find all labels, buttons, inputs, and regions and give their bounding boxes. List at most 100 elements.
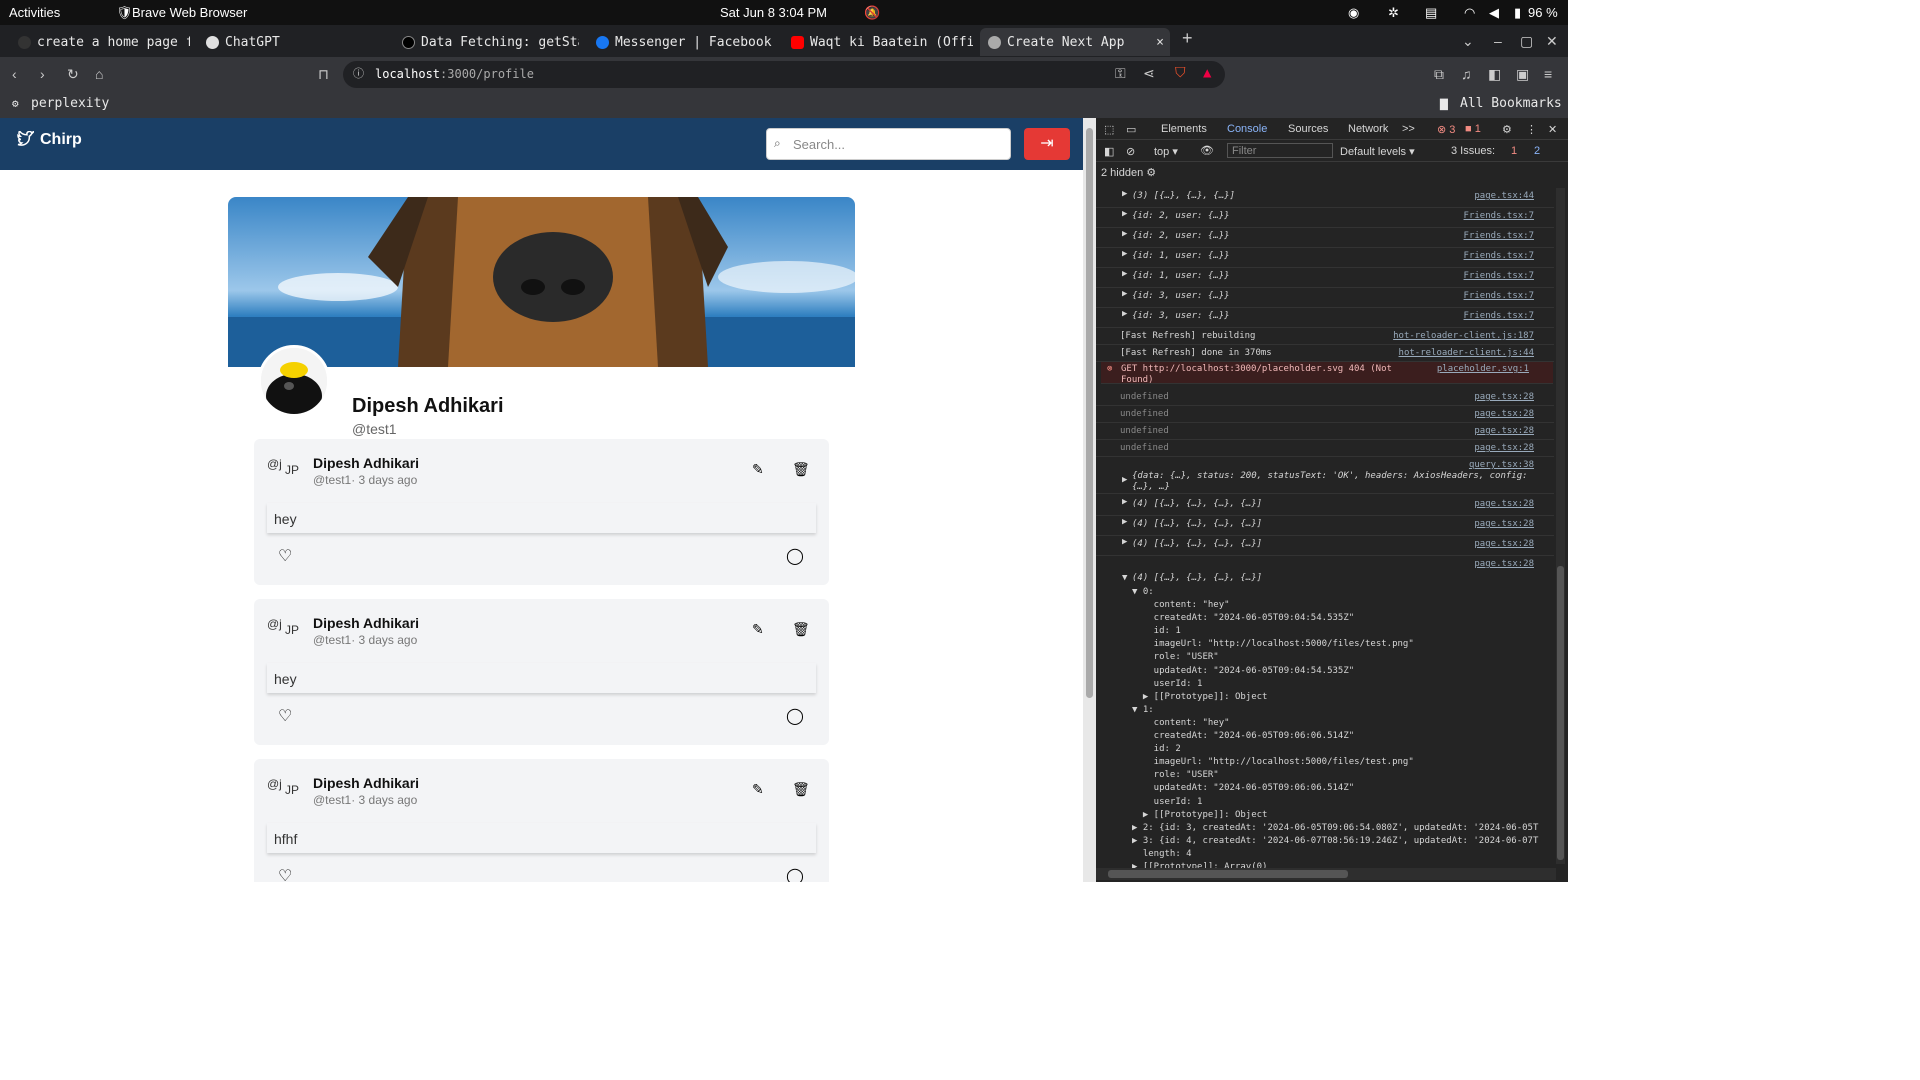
- wifi-icon[interactable]: ◠: [1464, 5, 1475, 21]
- devtools-close-icon[interactable]: ✕: [1548, 123, 1557, 136]
- horizontal-scrollbar-thumb[interactable]: [1108, 870, 1348, 878]
- brand[interactable]: Chirp: [14, 131, 82, 149]
- tab-3[interactable]: Data Fetching: getSta: [394, 29, 579, 55]
- expanded-property-line[interactable]: role: "USER": [1132, 651, 1538, 664]
- logout-button[interactable]: ⇥: [1024, 128, 1070, 160]
- log-row[interactable]: ▶ (4) [{…}, {…}, {…}, {…}] page.tsx:28: [1096, 496, 1554, 516]
- eye-icon[interactable]: 👁: [1200, 144, 1214, 157]
- devtools-settings-icon[interactable]: ⚙: [1502, 123, 1512, 136]
- settings-icon[interactable]: ✲: [1388, 5, 1399, 21]
- log-row[interactable]: undefined page.tsx:28: [1096, 406, 1554, 423]
- log-row[interactable]: [Fast Refresh] done in 370ms hot-reloader…: [1096, 345, 1554, 362]
- expanded-log[interactable]: page.tsx:28 ▼ (4) [{…}, {…}, {…}, {…}] ▼…: [1096, 556, 1554, 872]
- log-row[interactable]: ▶ {id: 2, user: {…}} Friends.tsx:7: [1096, 208, 1554, 228]
- log-row[interactable]: ▶ (4) [{…}, {…}, {…}, {…}] page.tsx:28: [1096, 536, 1554, 556]
- clock[interactable]: Sat Jun 8 3:04 PM: [720, 5, 827, 20]
- home-icon[interactable]: ⌂: [95, 67, 103, 81]
- expanded-property-line[interactable]: updatedAt: "2024-06-05T09:06:06.514Z": [1132, 782, 1538, 795]
- issues-label[interactable]: 3 Issues:: [1451, 145, 1495, 157]
- minimize-icon[interactable]: –: [1494, 34, 1502, 48]
- back-icon[interactable]: ‹: [12, 67, 17, 81]
- tab-2[interactable]: ChatGPT: [198, 29, 388, 55]
- expanded-property-line[interactable]: createdAt: "2024-06-05T09:04:54.535Z": [1132, 612, 1538, 625]
- new-tab-button[interactable]: +: [1182, 29, 1193, 47]
- devtools-menu-icon[interactable]: ⋮: [1526, 123, 1537, 136]
- bookmark-perplexity[interactable]: perplexity: [31, 96, 109, 111]
- log-source-link[interactable]: Friends.tsx:7: [1464, 311, 1534, 321]
- log-source-link[interactable]: Friends.tsx:7: [1464, 231, 1534, 241]
- expanded-property-line[interactable]: createdAt: "2024-06-05T09:06:06.514Z": [1132, 730, 1538, 743]
- log-source-link[interactable]: page.tsx:28: [1474, 539, 1534, 549]
- sidebar-toggle-icon[interactable]: ◧: [1104, 145, 1114, 158]
- expanded-property-line[interactable]: ▶ 3: {id: 4, createdAt: '2024-06-07T08:5…: [1132, 835, 1538, 848]
- error-source-link[interactable]: placeholder.svg:1: [1437, 364, 1529, 374]
- heart-icon[interactable]: ♡: [278, 866, 292, 882]
- all-bookmarks[interactable]: All Bookmarks: [1460, 96, 1562, 111]
- media-icon[interactable]: ♫: [1461, 67, 1472, 81]
- trash-icon[interactable]: 🗑: [792, 621, 810, 638]
- expanded-property-line[interactable]: userId: 1: [1132, 678, 1538, 691]
- log-source-link[interactable]: page.tsx:28: [1474, 426, 1534, 436]
- log-source-link[interactable]: Friends.tsx:7: [1464, 271, 1534, 281]
- expanded-property-line[interactable]: ▶ [[Prototype]]: Object: [1132, 691, 1538, 704]
- issues-info-count[interactable]: 2: [1534, 145, 1540, 157]
- expanded-property-line[interactable]: ▶ 2: {id: 3, createdAt: '2024-06-05T09:0…: [1132, 822, 1538, 835]
- tab-console[interactable]: Console: [1227, 123, 1267, 135]
- expanded-property-line[interactable]: ▼ 0:: [1132, 586, 1538, 599]
- log-row[interactable]: query.tsx:38 ▶ {data: {…}, status: 200, …: [1096, 457, 1554, 494]
- tab-sources[interactable]: Sources: [1288, 123, 1328, 135]
- brave-rewards-icon[interactable]: ▲: [1203, 66, 1211, 80]
- log-row[interactable]: ▶ {id: 1, user: {…}} Friends.tsx:7: [1096, 268, 1554, 288]
- log-row[interactable]: undefined page.tsx:28: [1096, 440, 1554, 457]
- tab-network[interactable]: Network: [1348, 123, 1388, 135]
- edit-icon[interactable]: ✎: [752, 461, 764, 478]
- expanded-property-line[interactable]: imageUrl: "http://localhost:5000/files/t…: [1132, 756, 1538, 769]
- log-source-link[interactable]: hot-reloader-client.js:187: [1393, 331, 1534, 341]
- activities-button[interactable]: Activities: [9, 5, 60, 20]
- log-source-link[interactable]: query.tsx:38: [1469, 460, 1534, 470]
- clear-console-icon[interactable]: ⊘: [1126, 145, 1135, 158]
- log-row[interactable]: undefined page.tsx:28: [1096, 423, 1554, 440]
- error-text[interactable]: GET http://localhost:3000/placeholder.sv…: [1121, 364, 1411, 386]
- forward-icon[interactable]: ›: [40, 67, 45, 81]
- clipboard-icon[interactable]: ▤: [1425, 5, 1437, 21]
- log-row[interactable]: ▶ (3) [{…}, {…}, {…}] page.tsx:44: [1096, 188, 1554, 208]
- close-tab-icon[interactable]: ×: [1156, 35, 1164, 50]
- extensions-icon[interactable]: ⧉: [1434, 67, 1444, 81]
- key-icon[interactable]: ⚿: [1115, 67, 1126, 81]
- tab-4[interactable]: Messenger | Facebook: [588, 29, 778, 55]
- log-source-link[interactable]: Friends.tsx:7: [1464, 211, 1534, 221]
- log-source-link[interactable]: page.tsx:28: [1474, 443, 1534, 453]
- tab-6-active[interactable]: Create Next App ×: [980, 28, 1170, 56]
- profile-avatar[interactable]: [258, 345, 330, 417]
- volume-icon[interactable]: ◀: [1489, 5, 1499, 21]
- log-row[interactable]: ▶ {id: 1, user: {…}} Friends.tsx:7: [1096, 248, 1554, 268]
- expanded-property-line[interactable]: updatedAt: "2024-06-05T09:04:54.535Z": [1132, 665, 1538, 678]
- post-author[interactable]: Dipesh Adhikari: [313, 455, 419, 471]
- battery-icon[interactable]: ▮: [1514, 5, 1521, 21]
- log-source-link[interactable]: Friends.tsx:7: [1464, 251, 1534, 261]
- log-source-link[interactable]: page.tsx:28: [1474, 559, 1534, 569]
- maximize-icon[interactable]: ▢: [1520, 34, 1533, 48]
- menu-icon[interactable]: ≡: [1544, 67, 1552, 81]
- log-row[interactable]: ▶ (4) [{…}, {…}, {…}, {…}] page.tsx:28: [1096, 516, 1554, 536]
- log-row[interactable]: ▶ {id: 3, user: {…}} Friends.tsx:7: [1096, 308, 1554, 328]
- sidebar-icon[interactable]: ◧: [1488, 67, 1501, 81]
- console-scrollbar-thumb[interactable]: [1557, 566, 1564, 860]
- vpn-icon[interactable]: ◉: [1348, 5, 1359, 21]
- tab-search-chevron-icon[interactable]: ⌄: [1462, 34, 1474, 48]
- tab-1[interactable]: create a home page fo: [10, 29, 190, 55]
- inspect-icon[interactable]: ⬚: [1104, 123, 1114, 136]
- expanded-property-line[interactable]: ▼ 1:: [1132, 704, 1538, 717]
- hidden-count[interactable]: 2 hidden ⚙: [1101, 166, 1156, 179]
- log-source-link[interactable]: hot-reloader-client.js:44: [1399, 348, 1534, 358]
- comment-icon[interactable]: ◯: [786, 706, 804, 726]
- console-scrollbar[interactable]: [1556, 188, 1565, 864]
- expanded-property-line[interactable]: imageUrl: "http://localhost:5000/files/t…: [1132, 638, 1538, 651]
- page-scrollbar[interactable]: [1083, 118, 1096, 882]
- close-window-icon[interactable]: ✕: [1546, 34, 1558, 48]
- expanded-property-line[interactable]: content: "hey": [1132, 717, 1538, 730]
- log-source-link[interactable]: page.tsx:28: [1474, 409, 1534, 419]
- comment-icon[interactable]: ◯: [786, 866, 804, 882]
- site-info-icon[interactable]: ⓘ: [353, 67, 364, 81]
